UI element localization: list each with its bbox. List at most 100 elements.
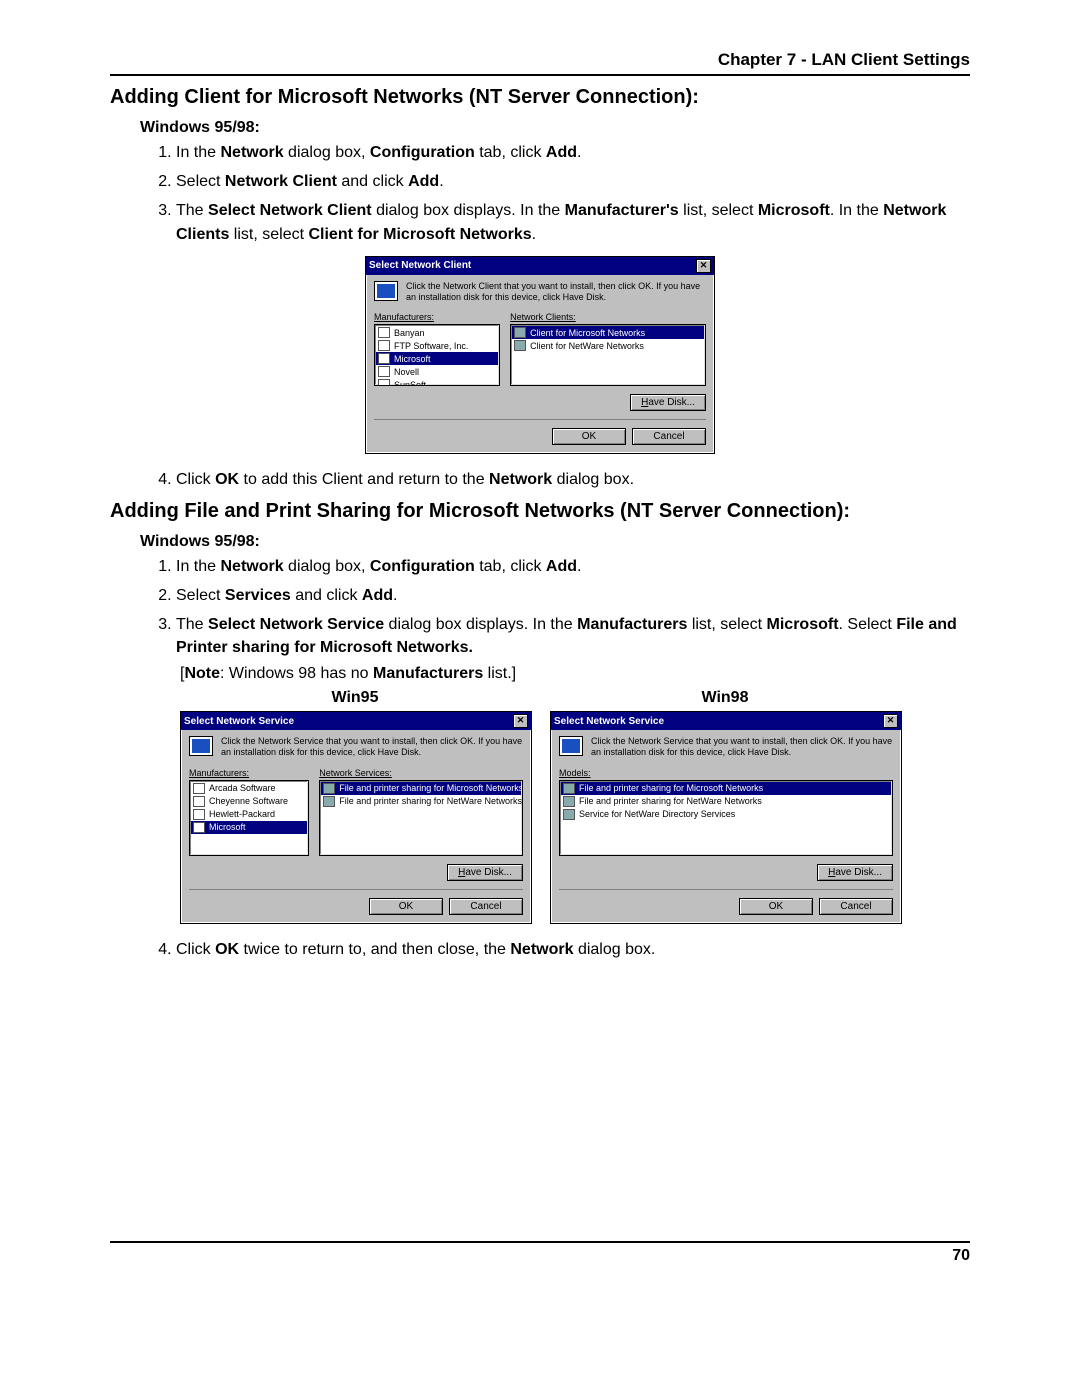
section1-step-3: The Select Network Client dialog box dis… xyxy=(176,199,970,245)
close-icon[interactable]: ✕ xyxy=(696,259,711,273)
text: dialog box. xyxy=(552,471,634,488)
bold: Add xyxy=(408,173,439,190)
text: twice to return to, and then close, the xyxy=(239,941,510,958)
dialog1-title: Select Network Client xyxy=(369,260,471,271)
bold: OK xyxy=(215,471,239,488)
client-item-icon xyxy=(514,340,526,351)
service-icon xyxy=(559,736,583,756)
text: tab, click xyxy=(475,558,546,575)
close-icon[interactable]: ✕ xyxy=(883,714,898,728)
list-item[interactable]: SunSoft xyxy=(376,378,498,386)
vendor-icon xyxy=(378,340,390,351)
text: tab, click xyxy=(475,144,546,161)
list-item[interactable]: Banyan xyxy=(376,326,498,339)
client-item-icon xyxy=(514,327,526,338)
list-item[interactable]: Cheyenne Software xyxy=(191,795,307,808)
bold: Manufacturer's xyxy=(565,202,679,219)
list-item[interactable]: File and printer sharing for Microsoft N… xyxy=(561,782,891,795)
services-listbox[interactable]: File and printer sharing for Microsoft N… xyxy=(319,780,523,856)
col-label-win98: Win98 xyxy=(550,689,900,707)
bold: Services xyxy=(225,587,291,604)
bold: Network Client xyxy=(225,173,337,190)
bold: Manufacturers xyxy=(373,665,483,682)
list-item[interactable]: File and printer sharing for Microsoft N… xyxy=(321,782,521,795)
cancel-button[interactable]: Cancel xyxy=(819,898,893,915)
bold: Network xyxy=(220,144,283,161)
vendor-icon xyxy=(378,327,390,338)
have-disk-button[interactable]: Have Disk... xyxy=(447,864,523,881)
section2-step-2: Select Services and click Add. xyxy=(176,584,970,607)
section1-step-1: In the Network dialog box, Configuration… xyxy=(176,141,970,164)
bold: Manufacturers xyxy=(577,616,687,633)
text: list, select xyxy=(229,226,308,243)
service-icon xyxy=(189,736,213,756)
vendor-icon xyxy=(193,783,205,794)
list-item[interactable]: File and printer sharing for NetWare Net… xyxy=(321,795,521,808)
client-icon xyxy=(374,281,398,301)
list-item[interactable]: Microsoft xyxy=(191,821,307,834)
bold: Client for Microsoft Networks xyxy=(308,226,531,243)
close-icon[interactable]: ✕ xyxy=(513,714,528,728)
text: . xyxy=(393,587,397,604)
list-item[interactable]: File and printer sharing for NetWare Net… xyxy=(561,795,891,808)
section2-step-3: The Select Network Service dialog box di… xyxy=(176,613,970,659)
dialog3-titlebar[interactable]: Select Network Service ✕ xyxy=(551,712,901,730)
list-item[interactable]: Service for NetWare Directory Services xyxy=(561,808,891,821)
list-item[interactable]: Client for NetWare Networks xyxy=(512,339,704,352)
footer-divider xyxy=(110,1241,970,1243)
list-item[interactable]: Microsoft xyxy=(376,352,498,365)
text: dialog box displays. In the xyxy=(384,616,577,633)
ok-button[interactable]: OK xyxy=(552,428,626,445)
bold: Add xyxy=(362,587,393,604)
dialog3-instruction: Click the Network Service that you want … xyxy=(591,736,893,758)
cancel-button[interactable]: Cancel xyxy=(449,898,523,915)
ok-button[interactable]: OK xyxy=(739,898,813,915)
text: list, select xyxy=(687,616,766,633)
bold: Microsoft xyxy=(767,616,839,633)
list-item[interactable]: Arcada Software xyxy=(191,782,307,795)
vendor-icon xyxy=(193,796,205,807)
dialog1-titlebar[interactable]: Select Network Client ✕ xyxy=(366,257,714,275)
text: dialog box. xyxy=(574,941,656,958)
manufacturers-listbox[interactable]: Arcada Software Cheyenne Software Hewlet… xyxy=(189,780,309,856)
text: dialog box, xyxy=(284,558,370,575)
have-disk-button[interactable]: Have Disk... xyxy=(817,864,893,881)
list-item[interactable]: Client for Microsoft Networks xyxy=(512,326,704,339)
text: Select xyxy=(176,587,225,604)
dialog2-instruction: Click the Network Service that you want … xyxy=(221,736,523,758)
text: . xyxy=(532,226,536,243)
select-network-service-dialog-win95: Select Network Service ✕ Click the Netwo… xyxy=(180,711,532,924)
list-item[interactable]: Novell xyxy=(376,365,498,378)
clients-label: Network Clients: xyxy=(510,312,706,322)
vendor-icon xyxy=(378,353,390,364)
section1-steps: In the Network dialog box, Configuration… xyxy=(156,141,970,246)
service-item-icon xyxy=(563,796,575,807)
dialog2-titlebar[interactable]: Select Network Service ✕ xyxy=(181,712,531,730)
text: to add this Client and return to the xyxy=(239,471,489,488)
vendor-icon xyxy=(378,366,390,377)
page-number: 70 xyxy=(110,1247,970,1265)
text: list, select xyxy=(679,202,758,219)
text: The xyxy=(176,616,208,633)
section1-os: Windows 95/98: xyxy=(140,119,970,137)
service-item-icon xyxy=(323,783,335,794)
services-label: Network Services: xyxy=(319,768,523,778)
clients-listbox[interactable]: Client for Microsoft Networks Client for… xyxy=(510,324,706,386)
bold: Note xyxy=(184,665,220,682)
models-listbox[interactable]: File and printer sharing for Microsoft N… xyxy=(559,780,893,856)
manufacturers-listbox[interactable]: Banyan FTP Software, Inc. Microsoft Nove… xyxy=(374,324,500,386)
bold: OK xyxy=(215,941,239,958)
bold: Network xyxy=(510,941,573,958)
service-item-icon xyxy=(323,796,335,807)
ok-button[interactable]: OK xyxy=(369,898,443,915)
have-disk-button[interactable]: Have Disk... xyxy=(630,394,706,411)
bold: Add xyxy=(546,558,577,575)
text: . xyxy=(577,558,581,575)
header-divider xyxy=(110,74,970,76)
list-item[interactable]: FTP Software, Inc. xyxy=(376,339,498,352)
text: Select xyxy=(176,173,225,190)
list-item[interactable]: Hewlett-Packard xyxy=(191,808,307,821)
cancel-button[interactable]: Cancel xyxy=(632,428,706,445)
text: In the xyxy=(176,144,220,161)
text: Click xyxy=(176,941,215,958)
